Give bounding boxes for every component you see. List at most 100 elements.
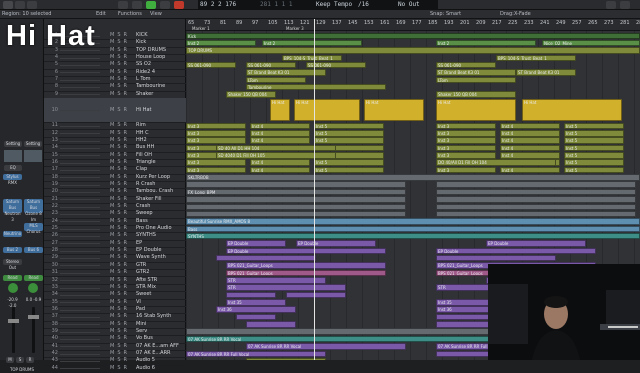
region[interactable] bbox=[186, 203, 406, 210]
region[interactable]: SS 061-090 bbox=[246, 61, 296, 69]
region[interactable]: BPS_104-S_Trust_Beat_1 bbox=[282, 54, 342, 62]
region[interactable]: Bass bbox=[186, 225, 640, 233]
track-volume-slider[interactable] bbox=[60, 236, 100, 238]
region[interactable]: Inst 4 bbox=[500, 137, 560, 144]
mute-solo-record-buttons[interactable]: MSR bbox=[110, 39, 130, 46]
track-volume-slider[interactable] bbox=[60, 155, 100, 157]
region[interactable]: STR bbox=[226, 277, 326, 284]
track-name[interactable]: Audio 5 bbox=[136, 357, 155, 364]
mute-solo-record-buttons[interactable]: MSR bbox=[110, 262, 130, 269]
region[interactable]: SKLTRBOB bbox=[186, 174, 640, 181]
region[interactable]: Inst 5 bbox=[314, 130, 384, 137]
region[interactable]: Inst 3 bbox=[436, 137, 496, 144]
region[interactable]: Inst 3 bbox=[186, 122, 246, 130]
track-volume-slider[interactable] bbox=[60, 368, 100, 370]
track-volume-slider[interactable] bbox=[60, 162, 100, 164]
mute-solo-record-buttons[interactable]: MSR bbox=[110, 350, 130, 357]
region[interactable]: Inst 5 bbox=[564, 122, 624, 130]
region[interactable]: DO 40/All D1 Fill OH 104 bbox=[436, 159, 556, 166]
track-name[interactable]: House Loop bbox=[136, 54, 165, 61]
track-name[interactable]: SYNTHS bbox=[136, 232, 156, 239]
mute-solo-record-buttons[interactable]: MSR bbox=[110, 269, 130, 276]
region[interactable]: SD 4040 D1 Fill OH 105 bbox=[216, 152, 336, 159]
track-name[interactable]: Pro One Audio bbox=[136, 225, 172, 232]
track-name[interactable]: GTR bbox=[136, 262, 146, 269]
mute-solo-record-buttons[interactable]: MSR bbox=[110, 137, 130, 144]
track-volume-slider[interactable] bbox=[60, 243, 100, 245]
region[interactable]: TOP DRUMS bbox=[186, 47, 640, 54]
region[interactable]: Inst 4 bbox=[250, 166, 310, 174]
region[interactable]: EP Double bbox=[226, 247, 386, 255]
region[interactable]: Inst 5 bbox=[314, 166, 384, 174]
region[interactable]: Inst 2 bbox=[262, 39, 362, 47]
track-volume-slider[interactable] bbox=[60, 294, 100, 296]
track-volume-slider[interactable] bbox=[60, 199, 100, 201]
mute-solo-record-buttons[interactable]: MSR bbox=[110, 188, 130, 195]
region[interactable] bbox=[286, 291, 346, 299]
mute-solo-record-buttons[interactable]: MSR bbox=[110, 152, 130, 159]
region[interactable]: Hi Hat bbox=[522, 98, 622, 121]
region[interactable]: Beautiful Sunrise RMX_AMOS 8 bbox=[186, 218, 640, 225]
track-volume-slider[interactable] bbox=[60, 133, 100, 135]
mute-solo-record-buttons[interactable]: MSR bbox=[110, 98, 130, 122]
track-name[interactable]: Sweet bbox=[136, 291, 151, 298]
region[interactable]: Inst 3 bbox=[186, 137, 246, 144]
mute-solo-record-buttons[interactable]: MSR bbox=[110, 83, 130, 90]
region[interactable]: SD 40 All D1 HH 104 bbox=[216, 144, 336, 152]
track-name[interactable]: KICK bbox=[136, 32, 148, 39]
track-volume-slider[interactable] bbox=[60, 287, 100, 289]
region[interactable]: 07 AK Sunrise 8R RR Vocal bbox=[246, 343, 406, 350]
mute-solo-record-buttons[interactable]: MSR bbox=[110, 306, 130, 313]
region[interactable]: Hi Hat bbox=[364, 98, 424, 121]
mute-solo-record-buttons[interactable]: MSR bbox=[110, 159, 130, 166]
region[interactable]: Hi Hat bbox=[270, 98, 290, 121]
region[interactable]: Inst 5 bbox=[564, 144, 624, 152]
track-volume-slider[interactable] bbox=[60, 125, 100, 127]
region[interactable]: Inst 3 bbox=[186, 159, 246, 166]
region[interactable]: BPS 021_Guitar_Loops bbox=[226, 262, 386, 269]
track-name[interactable]: Fill OH bbox=[136, 152, 152, 159]
mute-solo-record-buttons[interactable]: MSR bbox=[110, 218, 130, 225]
region[interactable] bbox=[436, 350, 496, 357]
mute-solo-record-buttons[interactable]: MSR bbox=[110, 247, 130, 254]
track-volume-slider[interactable] bbox=[60, 338, 100, 340]
region[interactable]: EP Double bbox=[296, 240, 376, 247]
region[interactable]: Inst 4 bbox=[250, 137, 310, 144]
region[interactable] bbox=[436, 196, 636, 203]
drag-select[interactable]: X-Fade bbox=[514, 10, 531, 19]
track-volume-slider[interactable] bbox=[60, 361, 100, 363]
track-name[interactable]: Sweep bbox=[136, 210, 153, 217]
track-volume-slider[interactable] bbox=[60, 331, 100, 333]
track-volume-slider[interactable] bbox=[60, 302, 100, 304]
track-name[interactable]: Vo Bus bbox=[136, 335, 153, 342]
region[interactable]: Inst 5 bbox=[314, 137, 384, 144]
track-name[interactable]: 16 Stab Synth bbox=[136, 313, 171, 320]
track-volume-slider[interactable] bbox=[60, 87, 100, 89]
lcd-display[interactable]: 89 2 2 176 281 1 1 1 Keep Tempo /16 No O… bbox=[198, 0, 438, 10]
track-name[interactable]: EP Double bbox=[136, 247, 161, 254]
track-volume-slider[interactable] bbox=[60, 94, 100, 96]
region[interactable]: Inst 5 bbox=[564, 159, 624, 166]
region[interactable]: Inst 4 bbox=[500, 130, 560, 137]
send-bus-2[interactable]: Bus 2 bbox=[3, 247, 22, 253]
track-name[interactable]: Bass bbox=[136, 218, 148, 225]
mute-solo-record-buttons[interactable]: MSR bbox=[110, 144, 130, 151]
pan-knob-1[interactable] bbox=[8, 283, 18, 293]
region[interactable]: Inst 4 bbox=[500, 166, 560, 174]
region[interactable]: Inst 36 bbox=[216, 306, 296, 313]
track-name[interactable]: Clap bbox=[136, 166, 147, 173]
track-volume-slider[interactable] bbox=[60, 353, 100, 355]
eq-thumbnail[interactable] bbox=[4, 150, 22, 162]
plugin-saturn[interactable]: Saturn Bus Neutron 3 bbox=[3, 199, 22, 222]
track-name[interactable]: Mini bbox=[136, 321, 146, 328]
editors-button[interactable] bbox=[606, 1, 616, 9]
mute-solo-record-buttons[interactable]: MSR bbox=[110, 76, 130, 83]
track-name[interactable]: EP bbox=[136, 240, 142, 247]
region[interactable]: Inst 3 bbox=[436, 130, 496, 137]
region[interactable]: Inst 2 bbox=[186, 39, 256, 47]
stop-button[interactable] bbox=[160, 1, 170, 9]
browser-button[interactable] bbox=[620, 1, 630, 9]
track-name[interactable]: Hi Hat bbox=[136, 98, 152, 122]
track-name[interactable]: Shaker Fill bbox=[136, 196, 162, 203]
mute-button[interactable]: M bbox=[6, 357, 14, 363]
